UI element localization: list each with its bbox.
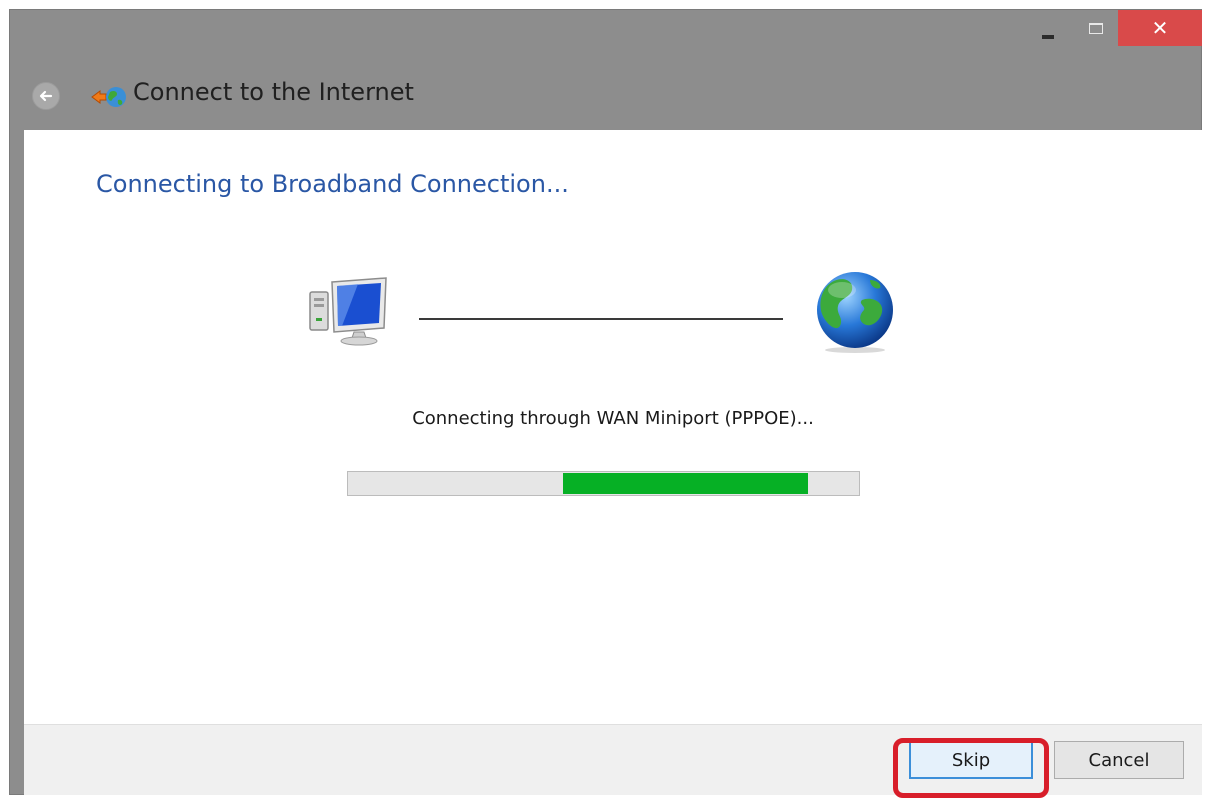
content-area: Connecting to Broadband Connection... Co… bbox=[24, 130, 1202, 724]
minimize-icon bbox=[1042, 35, 1054, 39]
connection-line bbox=[419, 318, 783, 320]
computer-icon bbox=[309, 277, 387, 346]
minimize-button[interactable] bbox=[1026, 10, 1070, 46]
back-button[interactable] bbox=[32, 82, 60, 110]
window-title: Connect to the Internet bbox=[133, 78, 414, 106]
progress-bar bbox=[347, 471, 860, 496]
maximize-icon bbox=[1089, 22, 1103, 34]
network-globe-icon bbox=[91, 87, 126, 107]
skip-button[interactable]: Skip bbox=[909, 741, 1033, 779]
globe-icon bbox=[817, 272, 893, 353]
page-heading: Connecting to Broadband Connection... bbox=[96, 170, 569, 198]
status-text: Connecting through WAN Miniport (PPPOE).… bbox=[412, 408, 814, 429]
close-icon: ✕ bbox=[1151, 16, 1169, 40]
cancel-button[interactable]: Cancel bbox=[1054, 741, 1184, 779]
progress-fill bbox=[562, 473, 808, 494]
dialog-footer: Skip Cancel bbox=[24, 724, 1202, 798]
close-button[interactable]: ✕ bbox=[1118, 10, 1202, 46]
back-arrow-icon bbox=[39, 90, 53, 102]
title-bar: ✕ bbox=[10, 10, 1202, 56]
dialog-window: ✕ Connect to the Internet Connecting to … bbox=[9, 9, 1202, 798]
maximize-button[interactable] bbox=[1074, 10, 1118, 46]
